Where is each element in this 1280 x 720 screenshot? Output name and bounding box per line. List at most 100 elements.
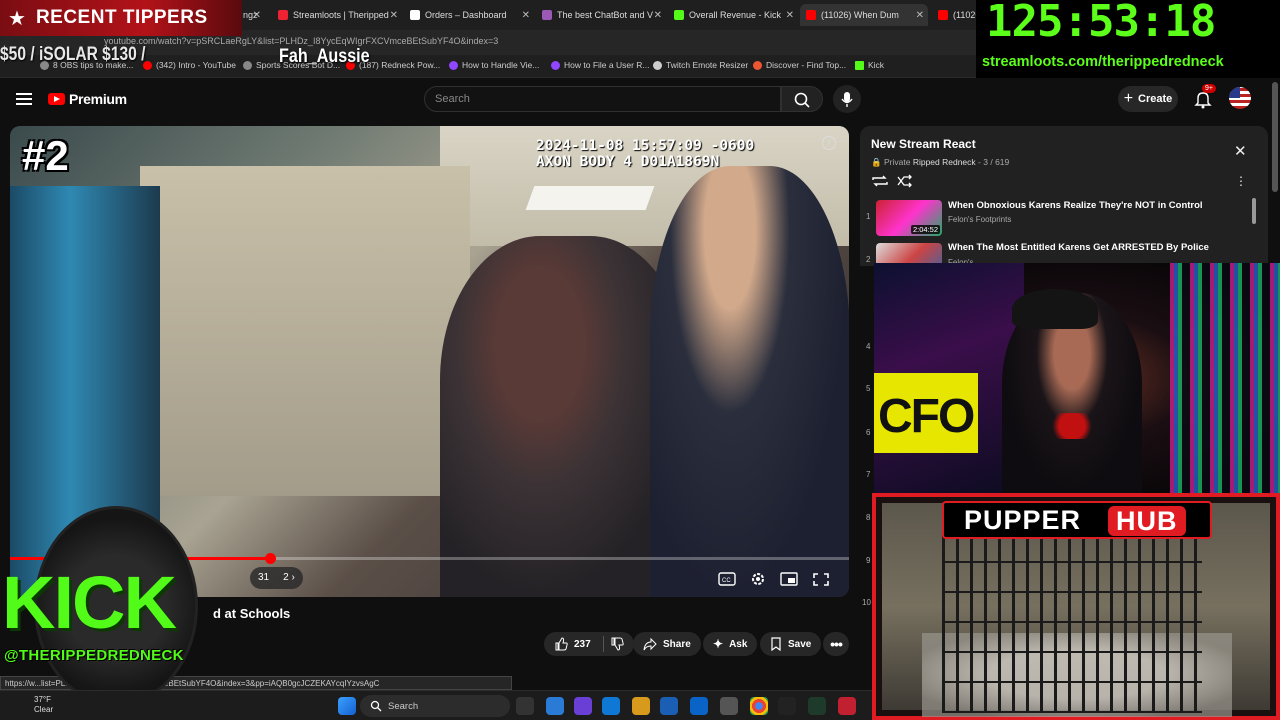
task-view-icon[interactable] bbox=[516, 697, 534, 715]
bookmark-item[interactable]: (342) Intro - YouTube bbox=[143, 60, 236, 70]
edge-icon[interactable] bbox=[602, 697, 620, 715]
bookmark-item[interactable]: Discover - Find Top... bbox=[753, 60, 846, 70]
playlist-owner[interactable]: Ripped Redneck bbox=[913, 157, 976, 167]
playlist-item-title[interactable]: When Obnoxious Karens Realize They're NO… bbox=[948, 200, 1203, 211]
browser-tab[interactable]: Orders – Dashboard ✕ bbox=[404, 4, 534, 26]
playlist-title[interactable]: New Stream React bbox=[871, 137, 976, 151]
chapter-count: 31 bbox=[258, 572, 270, 583]
chapter-navigation[interactable]: 31 2 › bbox=[250, 567, 303, 589]
bookmark-label: How to Handle Vie... bbox=[462, 60, 540, 70]
info-icon[interactable]: i bbox=[822, 136, 836, 150]
more-actions-button[interactable]: ••• bbox=[823, 632, 849, 656]
bookmark-item[interactable]: How to File a User R... bbox=[551, 60, 650, 70]
separator: - bbox=[978, 157, 981, 167]
like-button[interactable]: 237 bbox=[544, 632, 634, 656]
folder-icon[interactable] bbox=[632, 697, 650, 715]
tab-label: The best ChatBot and V bbox=[557, 10, 654, 20]
chrome-icon[interactable] bbox=[750, 697, 768, 715]
bookmark-label: Discover - Find Top... bbox=[766, 60, 847, 70]
windows-start-icon[interactable] bbox=[338, 697, 356, 715]
browser-tab[interactable]: (11026) Ta bbox=[932, 4, 976, 26]
bookmark-label: Twitch Emote Resizer bbox=[666, 60, 749, 70]
progress-scrubber[interactable] bbox=[265, 553, 277, 564]
close-tab-icon[interactable]: ✕ bbox=[916, 10, 924, 21]
bookmark-icon bbox=[243, 60, 252, 70]
taskbar-search[interactable]: Search bbox=[360, 695, 510, 717]
miniplayer-icon bbox=[780, 572, 798, 586]
weather-widget[interactable]: 37°F Clear bbox=[12, 695, 53, 715]
playlist-index: 8 bbox=[866, 513, 871, 522]
close-tab-icon[interactable]: ✕ bbox=[522, 10, 530, 21]
tab-favicon-icon bbox=[410, 10, 420, 20]
close-tab-icon[interactable]: ✕ bbox=[253, 10, 261, 21]
tab-label: Orders – Dashboard bbox=[425, 10, 507, 20]
playlist-index: 10 bbox=[862, 598, 871, 607]
browser-tab[interactable]: Streamloots | Theripped ✕ bbox=[272, 4, 402, 26]
streamlabs-icon[interactable] bbox=[838, 697, 856, 715]
ranking-number: #2 bbox=[22, 132, 69, 179]
voice-search-button[interactable] bbox=[833, 85, 861, 113]
playlist-scrollbar[interactable] bbox=[1252, 198, 1256, 224]
more-horizontal-icon: ••• bbox=[830, 636, 843, 652]
captions-button[interactable]: CC bbox=[716, 570, 738, 588]
terminal-icon[interactable] bbox=[808, 697, 826, 715]
bookmark-item[interactable]: Kick bbox=[855, 60, 884, 70]
lock-icon: 🔒 bbox=[871, 157, 882, 167]
video-thumbnail[interactable]: 2:04:52 bbox=[876, 200, 942, 236]
bookmark-label: (187) Redneck Pow... bbox=[359, 60, 441, 70]
share-button[interactable]: Share bbox=[633, 632, 701, 656]
recent-tippers-banner: ★ RECENT TIPPERS bbox=[0, 0, 242, 36]
youtube-play-icon bbox=[48, 93, 65, 105]
taskbar-search-label: Search bbox=[388, 700, 419, 712]
hamburger-menu-icon[interactable] bbox=[16, 93, 32, 105]
settings-button[interactable] bbox=[747, 570, 769, 588]
shirt-logo bbox=[1042, 413, 1102, 439]
close-tab-icon[interactable]: ✕ bbox=[654, 10, 662, 21]
playlist-item-title[interactable]: When The Most Entitled Karens Get ARREST… bbox=[948, 242, 1209, 253]
store-icon[interactable] bbox=[660, 697, 678, 715]
page-scrollbar[interactable] bbox=[1272, 82, 1278, 192]
gear-icon bbox=[752, 573, 764, 585]
share-icon bbox=[643, 637, 657, 651]
browser-tab-active[interactable]: (11026) When Dum ✕ bbox=[800, 4, 928, 26]
close-tab-icon[interactable]: ✕ bbox=[390, 10, 398, 21]
more-vertical-icon[interactable]: ⋮ bbox=[1235, 174, 1247, 188]
playlist-item-channel[interactable]: Felon's Footprints bbox=[948, 215, 1011, 224]
search-input[interactable]: Search bbox=[424, 86, 781, 112]
app-icon[interactable] bbox=[778, 697, 796, 715]
youtube-logo[interactable]: Premium bbox=[48, 91, 127, 107]
shuffle-icon[interactable] bbox=[896, 173, 914, 189]
thumbs-up-icon bbox=[555, 637, 568, 651]
playlist-index: 6 bbox=[866, 428, 871, 437]
ask-button[interactable]: ✦ Ask bbox=[703, 632, 758, 656]
close-tab-icon[interactable]: ✕ bbox=[786, 10, 794, 21]
close-playlist-icon[interactable]: ✕ bbox=[1234, 142, 1247, 160]
outlook-icon[interactable] bbox=[690, 697, 708, 715]
bookmark-icon bbox=[449, 60, 458, 70]
thumbs-down-icon[interactable] bbox=[610, 637, 624, 651]
playlist-item[interactable]: 1 2:04:52 When Obnoxious Karens Realize … bbox=[860, 198, 1260, 238]
loop-icon[interactable] bbox=[870, 173, 890, 189]
streamloots-url: streamloots.com/therippedredneck bbox=[982, 54, 1224, 70]
save-button[interactable]: Save bbox=[760, 632, 822, 656]
ask-label: Ask bbox=[729, 638, 748, 650]
kick-handle: @THERIPPEDREDNECK bbox=[4, 647, 184, 664]
browser-tab[interactable]: Overall Revenue - Kick ✕ bbox=[668, 4, 798, 26]
browser-tab[interactable]: The best ChatBot and V ✕ bbox=[536, 4, 666, 26]
playlist-privacy: Private bbox=[883, 157, 911, 167]
account-avatar[interactable] bbox=[1229, 87, 1251, 109]
next-chapter[interactable]: 2 › bbox=[283, 567, 295, 589]
miniplayer-button[interactable] bbox=[778, 570, 800, 588]
teams-icon[interactable] bbox=[574, 697, 592, 715]
bookmark-item[interactable]: How to Handle Vie... bbox=[449, 60, 539, 70]
obs-icon[interactable] bbox=[720, 697, 738, 715]
create-button[interactable]: + Create bbox=[1118, 86, 1178, 112]
search-button[interactable] bbox=[781, 86, 823, 112]
url-text[interactable]: youtube.com/watch?v=pSRCLaeRgLY&list=PLH… bbox=[104, 36, 498, 46]
bookmark-item[interactable]: Twitch Emote Resizer bbox=[653, 60, 748, 70]
playlist-index: 5 bbox=[866, 384, 871, 393]
windows-taskbar: 37°F Clear Search bbox=[0, 690, 872, 720]
file-explorer-icon[interactable] bbox=[546, 697, 564, 715]
fullscreen-button[interactable] bbox=[810, 570, 832, 588]
temperature: 37°F bbox=[34, 695, 51, 704]
